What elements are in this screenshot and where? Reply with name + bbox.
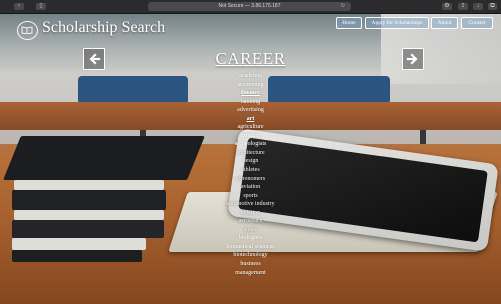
career-item[interactable]: archeologists — [0, 140, 501, 149]
career-item[interactable]: banking — [0, 98, 501, 107]
nav-apply-button[interactable]: Apply for Scholarships — [365, 17, 429, 29]
career-item[interactable]: athletes — [0, 166, 501, 175]
career-item[interactable]: architecture — [0, 149, 501, 158]
career-item[interactable]: sports — [0, 192, 501, 201]
career-item[interactable]: business — [0, 260, 501, 269]
career-item[interactable]: automotive industry — [0, 200, 501, 209]
settings-icon[interactable]: ⚙ — [442, 3, 452, 10]
career-item[interactable]: management — [0, 269, 501, 278]
career-item[interactable]: aerospace — [0, 217, 501, 226]
career-item[interactable]: biologists — [0, 234, 501, 243]
share-icon[interactable]: ⇪ — [458, 3, 468, 10]
career-item[interactable]: art — [0, 115, 501, 124]
career-item[interactable]: space — [0, 226, 501, 235]
career-item-active[interactable]: finance — [0, 89, 501, 98]
career-item[interactable]: biotechnology — [0, 251, 501, 260]
book-icon[interactable] — [17, 21, 38, 40]
career-item[interactable]: aviation — [0, 209, 501, 218]
career-item[interactable]: aviation — [0, 183, 501, 192]
career-item[interactable]: advertising — [0, 106, 501, 115]
career-item[interactable]: accounting — [0, 81, 501, 90]
nav-about-button[interactable]: About — [431, 17, 458, 29]
career-list: academia accounting finance banking adve… — [0, 72, 501, 277]
career-item[interactable]: academia — [0, 72, 501, 81]
career-heading: CAREER — [215, 49, 286, 68]
arrow-right-icon[interactable] — [402, 48, 424, 70]
reload-icon[interactable]: ↻ — [341, 2, 345, 11]
site-title[interactable]: Scholarship Search — [42, 19, 165, 37]
career-item[interactable]: design — [0, 157, 501, 166]
career-item[interactable]: agriculture — [0, 123, 501, 132]
download-icon[interactable]: ↓ — [473, 3, 483, 10]
nav-home-button[interactable]: Home — [336, 17, 362, 29]
address-bar[interactable]: Not Secure — 3.86.175.187 ↻ — [148, 2, 351, 11]
browser-toolbar: ‹ ▯ Not Secure — 3.86.175.187 ↻ ⚙ ⇪ ↓ ⧉ — [0, 0, 501, 14]
career-item[interactable]: farming — [0, 132, 501, 141]
career-item[interactable]: astronomers — [0, 175, 501, 184]
nav-contact-button[interactable]: Contact — [461, 17, 493, 29]
sidebar-icon[interactable]: ▯ — [36, 3, 46, 10]
career-item[interactable]: biomedical sciences — [0, 243, 501, 252]
address-text: Not Secure — 3.86.175.187 — [218, 3, 281, 9]
back-icon[interactable]: ‹ — [14, 3, 24, 10]
tabs-icon[interactable]: ⧉ — [488, 3, 497, 10]
